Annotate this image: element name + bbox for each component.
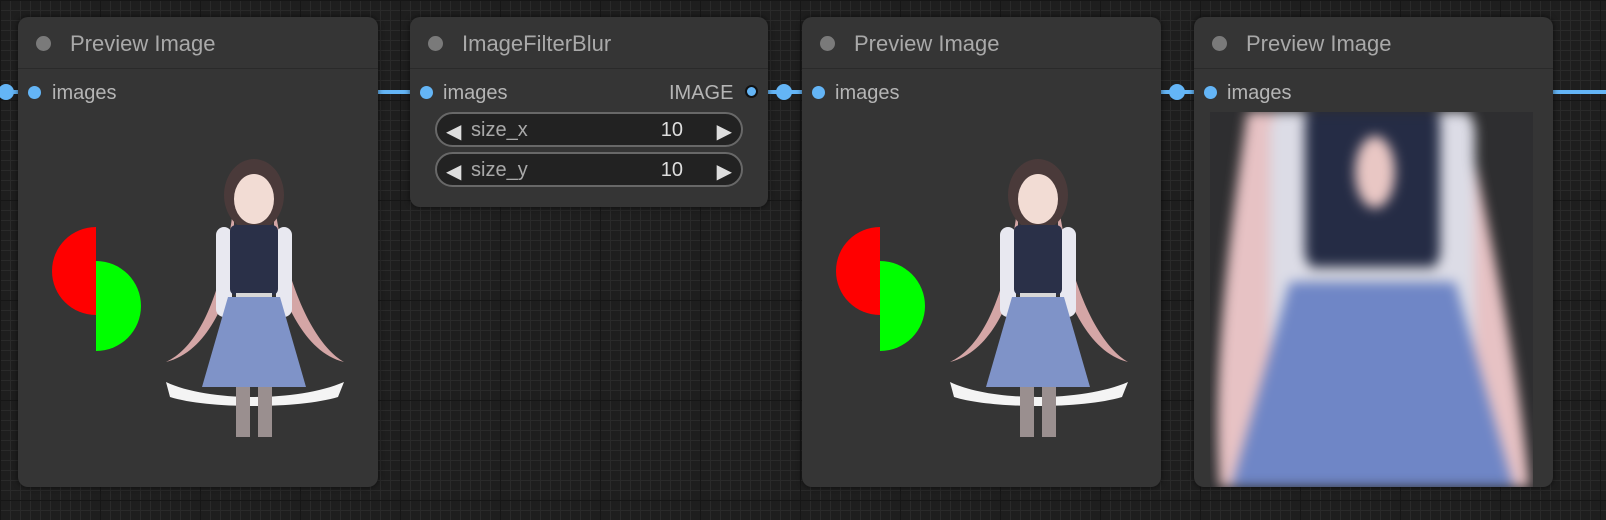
character-illustration — [166, 159, 344, 437]
wire-reroute-dot — [0, 84, 14, 100]
widget-label: size_x — [471, 119, 528, 141]
preview-image — [52, 159, 344, 437]
output-slot-icon[interactable] — [745, 85, 758, 98]
input-slot-icon[interactable] — [28, 86, 41, 99]
wire-reroute-dot — [1169, 84, 1185, 100]
node-title-bar[interactable]: Preview Image — [802, 17, 1161, 69]
node-title: Preview Image — [1246, 31, 1392, 56]
widget-value[interactable]: 10 — [661, 159, 683, 182]
collapse-dot-icon[interactable] — [1212, 36, 1227, 51]
preview-image-node[interactable]: Preview Image images — [18, 17, 378, 487]
widget-value[interactable]: 10 — [661, 119, 683, 142]
node-title: Preview Image — [854, 31, 1000, 56]
node-title: Preview Image — [70, 31, 216, 56]
blurred-preview-image — [1210, 112, 1533, 487]
preview-image-node[interactable]: Preview Image images — [1194, 17, 1553, 487]
collapse-dot-icon[interactable] — [428, 36, 443, 51]
input-slot-icon[interactable] — [812, 86, 825, 99]
green-half-circle — [880, 261, 925, 351]
preview-image — [836, 159, 1128, 437]
red-half-circle — [52, 227, 96, 315]
size-y-widget[interactable]: ◀ size_y 10 ▶ — [435, 152, 743, 187]
node-title-bar[interactable]: ImageFilterBlur — [410, 17, 768, 69]
decrement-arrow-icon[interactable]: ◀ — [446, 119, 461, 144]
increment-arrow-icon[interactable]: ▶ — [717, 159, 732, 184]
decrement-arrow-icon[interactable]: ◀ — [446, 159, 461, 184]
input-slot-label: images — [52, 82, 117, 104]
input-slot-label: images — [1227, 82, 1292, 104]
preview-image-node[interactable]: Preview Image images — [802, 17, 1161, 487]
red-half-circle — [836, 227, 880, 315]
increment-arrow-icon[interactable]: ▶ — [717, 119, 732, 144]
node-title-bar[interactable]: Preview Image — [1194, 17, 1553, 69]
node-title: ImageFilterBlur — [462, 31, 612, 56]
graph-canvas[interactable]: Preview Image images ImageFilterBlur ima… — [0, 0, 1606, 520]
widget-label: size_y — [471, 159, 528, 181]
wire-reroute-dot — [776, 84, 792, 100]
collapse-dot-icon[interactable] — [36, 36, 51, 51]
green-half-circle — [96, 261, 141, 351]
image-filter-blur-node[interactable]: ImageFilterBlur images IMAGE ◀ size_x 10… — [410, 17, 768, 207]
input-slot-label: images — [443, 82, 508, 104]
size-x-widget[interactable]: ◀ size_x 10 ▶ — [435, 112, 743, 147]
input-slot-icon[interactable] — [420, 86, 433, 99]
input-slot-icon[interactable] — [1204, 86, 1217, 99]
collapse-dot-icon[interactable] — [820, 36, 835, 51]
output-slot-label: IMAGE — [669, 82, 734, 104]
input-slot-label: images — [835, 82, 900, 104]
character-illustration — [950, 159, 1128, 437]
node-title-bar[interactable]: Preview Image — [18, 17, 378, 69]
